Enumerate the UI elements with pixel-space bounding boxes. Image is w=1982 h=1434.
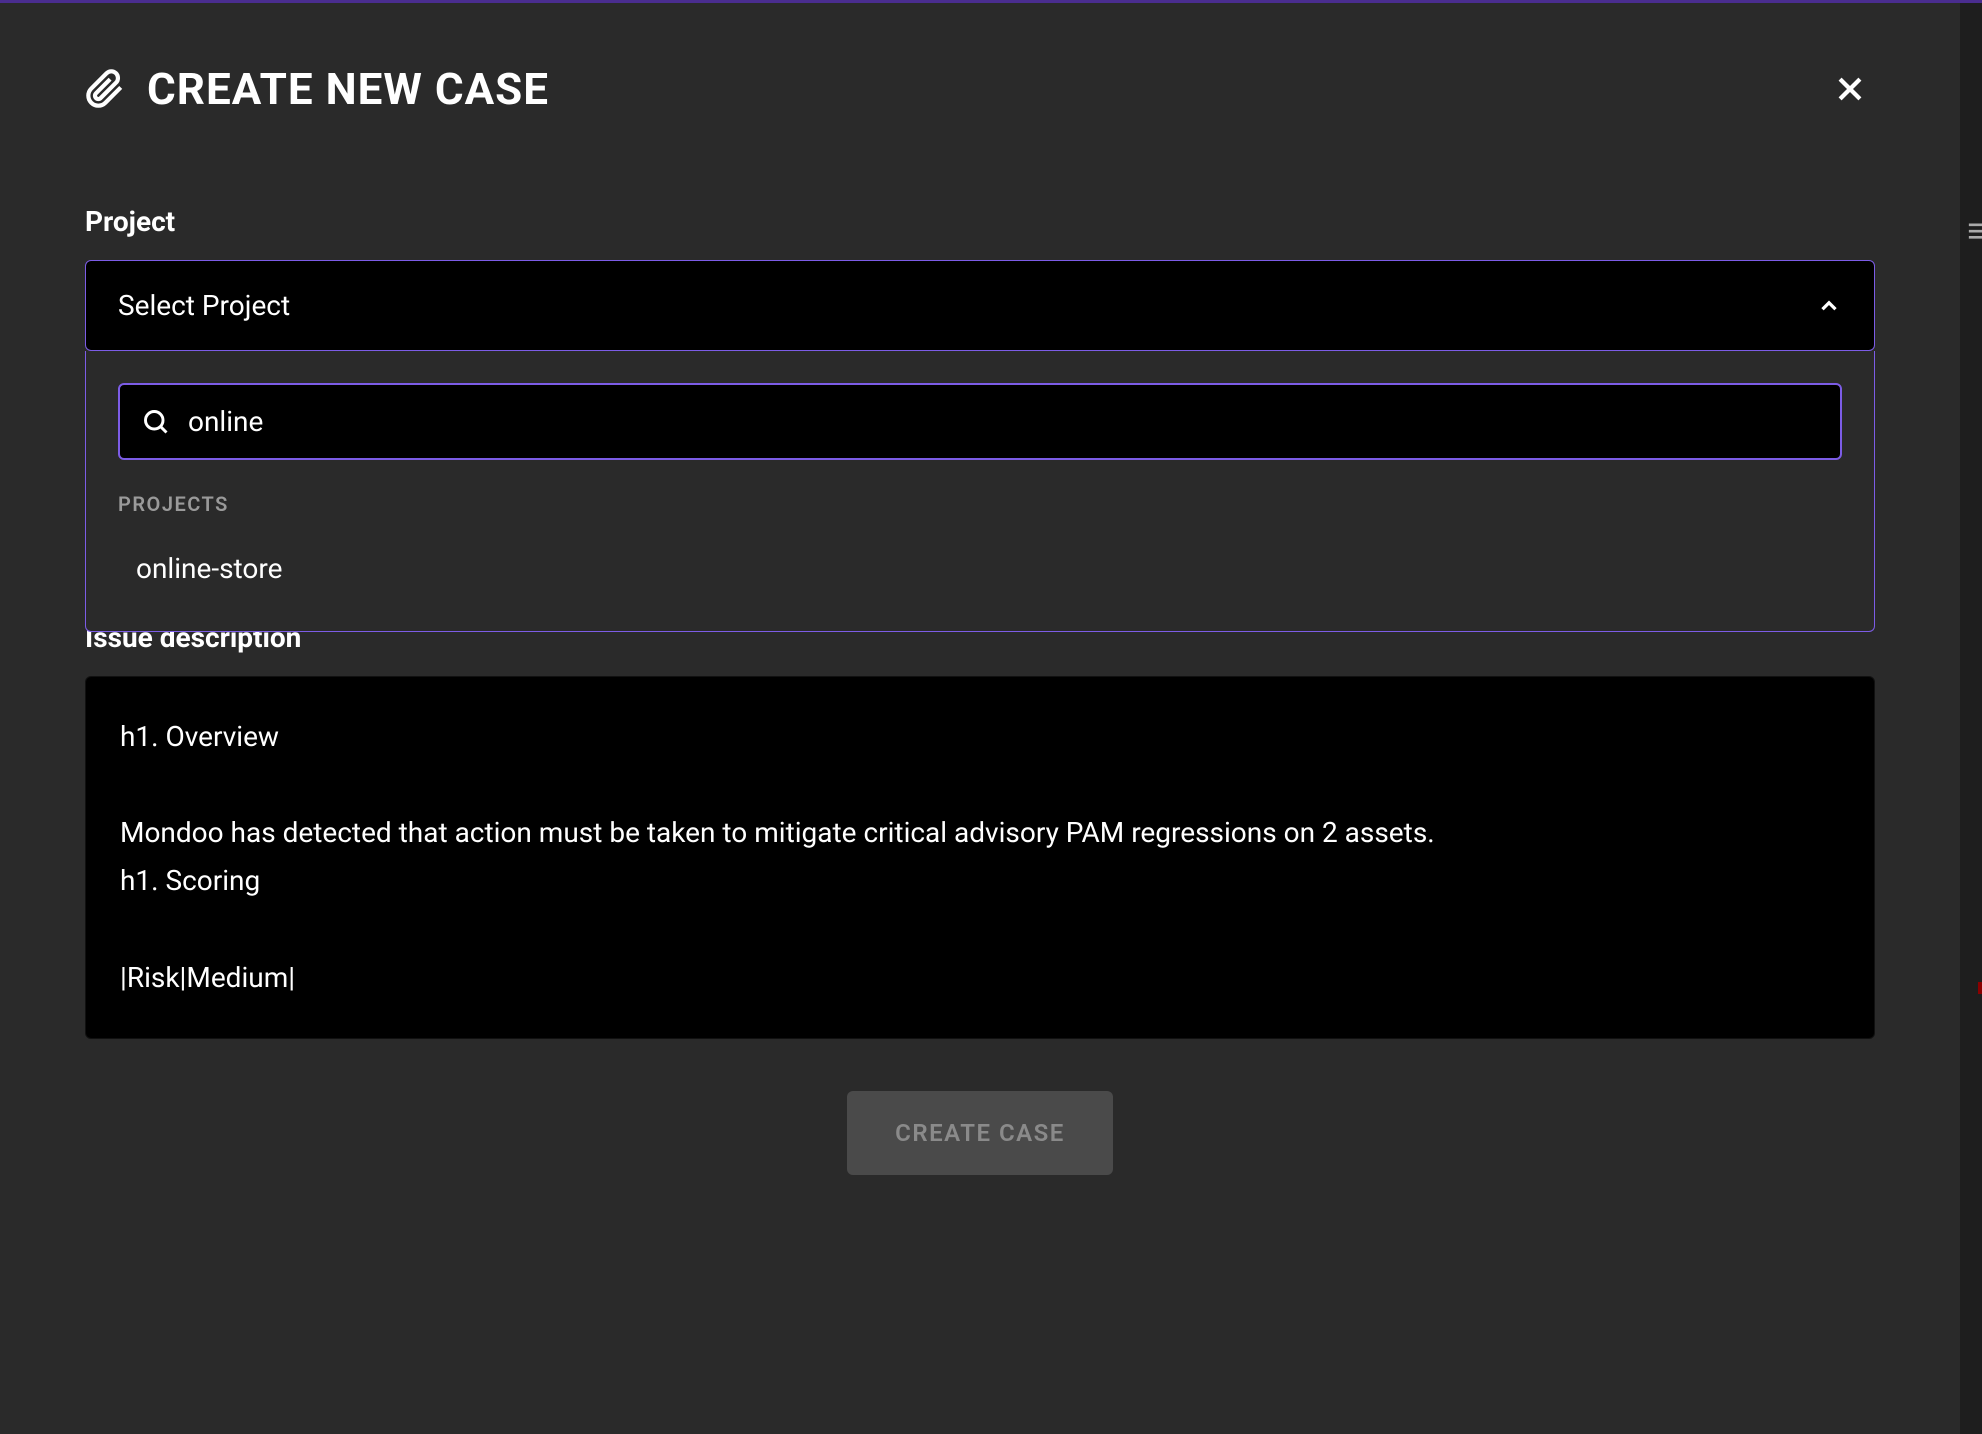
chevron-up-icon [1816, 293, 1842, 319]
project-search-container [118, 383, 1842, 460]
create-case-button[interactable]: CREATE CASE [847, 1091, 1113, 1175]
header-left: CREATE NEW CASE [85, 63, 549, 115]
background-red-indicator [1978, 982, 1982, 994]
project-select-trigger[interactable]: Select Project [85, 260, 1875, 351]
dropdown-item-online-store[interactable]: online-store [118, 542, 1842, 595]
description-textarea[interactable]: h1. Overview Mondoo has detected that ac… [85, 676, 1875, 1039]
search-icon [142, 408, 170, 436]
dropdown-section-label: PROJECTS [118, 492, 1842, 516]
background-hamburger-icon: ≡ [1967, 225, 1982, 237]
close-icon [1833, 72, 1867, 106]
project-select-container: Select Project PROJECTS online-store [85, 260, 1875, 351]
project-field-label: Project [85, 205, 1875, 238]
modal-footer: CREATE CASE [85, 1091, 1875, 1175]
modal-title: CREATE NEW CASE [147, 63, 549, 115]
project-select-placeholder: Select Project [118, 289, 290, 322]
paperclip-icon [85, 69, 125, 109]
project-search-input[interactable] [188, 405, 1818, 438]
close-button[interactable] [1825, 64, 1875, 114]
create-case-modal: CREATE NEW CASE Project Select Project [0, 3, 1960, 1434]
project-dropdown: PROJECTS online-store [85, 351, 1875, 632]
modal-header: CREATE NEW CASE [85, 63, 1875, 115]
